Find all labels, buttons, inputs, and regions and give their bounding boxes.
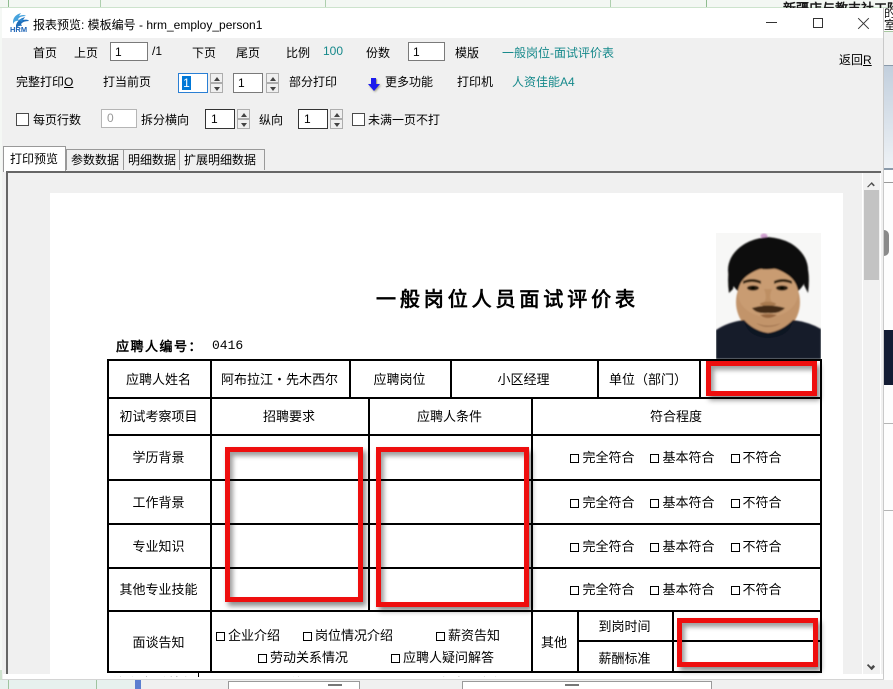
svg-text:HRM: HRM: [10, 25, 27, 33]
